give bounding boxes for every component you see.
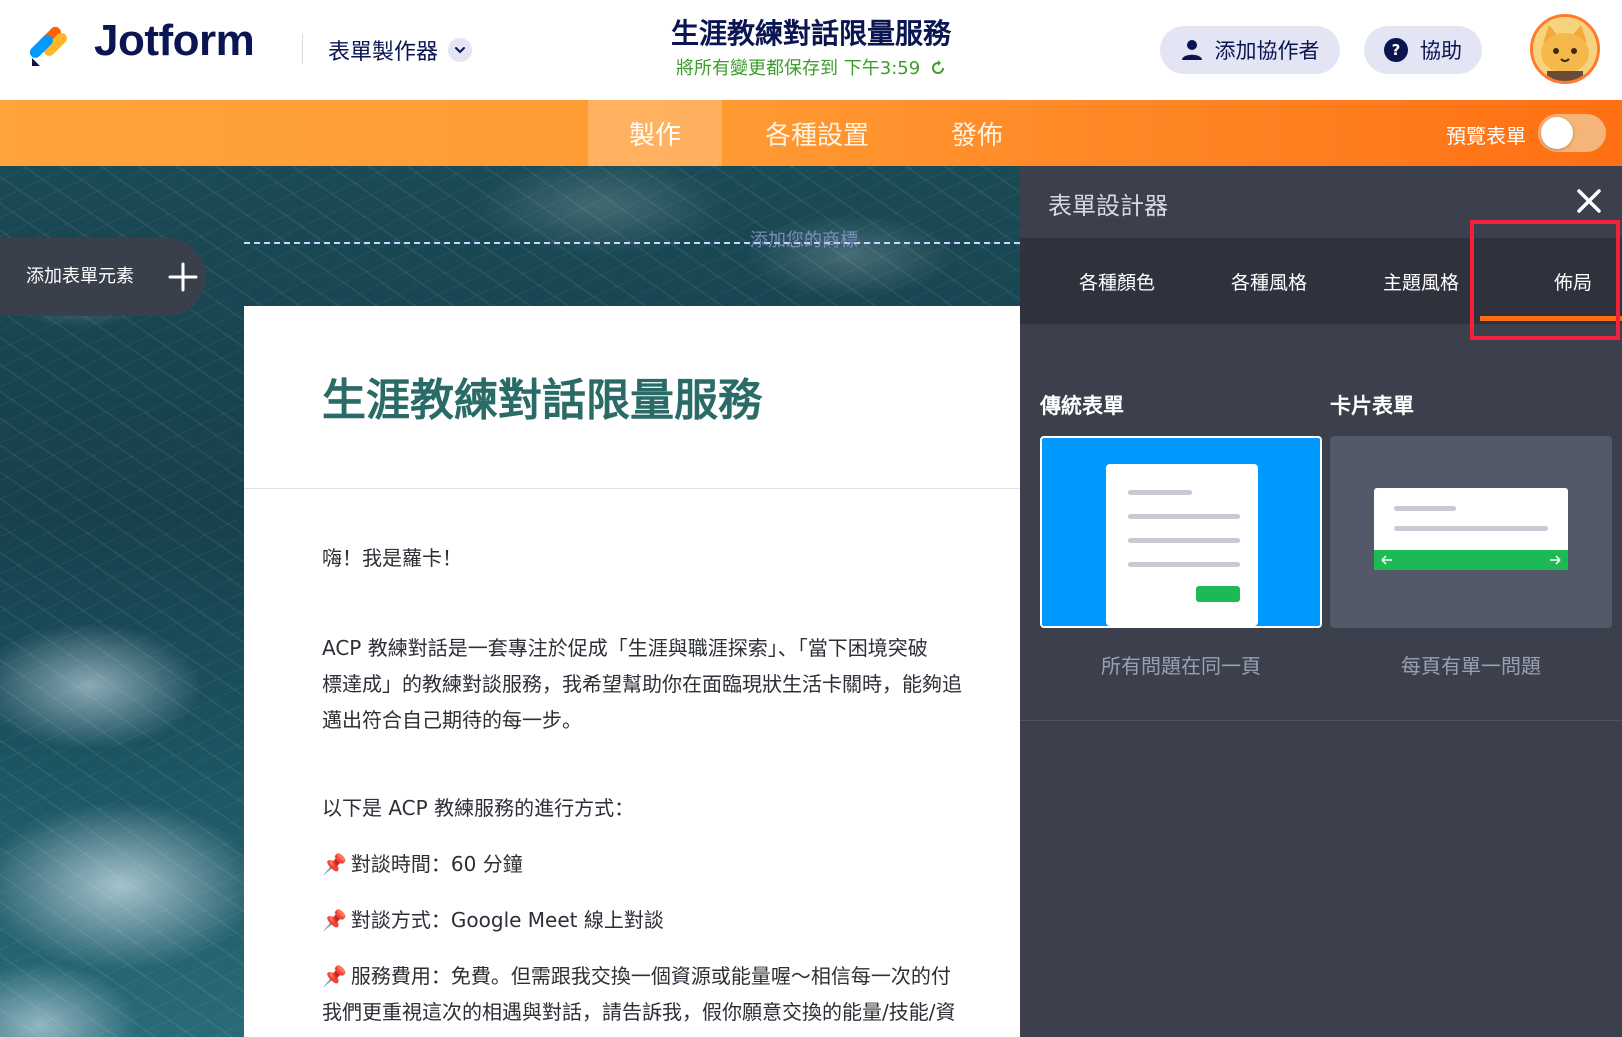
pushpin-icon: 📌 <box>322 852 347 876</box>
form-builder-label: 表單製作器 <box>328 40 439 65</box>
paragraph-fee: 📌 服務費用：免費。但需跟我交換一個資源或能量喔～相信每一次的付 <box>322 958 951 994</box>
main-nav-bar: 製作 各種設置 發佈 預覽表單 <box>0 100 1622 166</box>
save-status: 將所有變更都保存到 下午3:59 <box>611 56 1011 82</box>
add-form-element-label: 添加表單元素 <box>26 266 134 287</box>
help-label: 協助 <box>1420 39 1462 63</box>
format-text: 對談方式：Google Meet 線上對談 <box>350 908 664 932</box>
card-form-preview-icon <box>1374 488 1568 570</box>
duration-text: 對談時間：60 分鐘 <box>350 852 523 876</box>
classic-form-option[interactable] <box>1040 436 1322 628</box>
question-icon: ? <box>1384 38 1408 62</box>
fee-text: 服務費用：免費。但需跟我交換一個資源或能量喔～相信每一次的付 <box>350 964 951 988</box>
form-heading[interactable]: 生涯教練對話限量服務 <box>322 364 762 428</box>
form-header-section[interactable]: 生涯教練對話限量服務 <box>244 306 1020 489</box>
pushpin-icon: 📌 <box>322 964 347 988</box>
add-collaborator-button[interactable]: 添加協作者 <box>1160 26 1340 74</box>
classic-form-preview-icon <box>1106 464 1258 626</box>
designer-title: 表單設計器 <box>1048 192 1168 220</box>
svg-text:?: ? <box>1392 41 1401 59</box>
designer-tab-styles[interactable]: 各種風格 <box>1194 238 1344 324</box>
logo-dropzone[interactable] <box>244 242 1020 244</box>
card-form-label: 卡片表單 <box>1330 394 1414 418</box>
card-form-option[interactable] <box>1330 436 1612 628</box>
paragraph-intro-line2: 標達成」的教練對談服務，我希望幫助你在面臨現狀生活卡關時，能夠追 <box>322 672 962 696</box>
tab-publish[interactable]: 發佈 <box>912 100 1042 166</box>
close-icon[interactable] <box>1576 188 1602 214</box>
brand-name: Jotform <box>94 16 255 65</box>
form-title[interactable]: 生涯教練對話限量服務 <box>611 16 1011 52</box>
classic-form-description: 所有問題在同一頁 <box>1101 654 1261 678</box>
card-form-description: 每頁有單一問題 <box>1401 654 1541 678</box>
user-icon <box>1181 39 1203 61</box>
user-avatar[interactable] <box>1530 14 1600 84</box>
tab-settings[interactable]: 各種設置 <box>742 100 892 166</box>
designer-tab-colors[interactable]: 各種顏色 <box>1042 238 1192 324</box>
plus-icon <box>168 262 198 292</box>
form-canvas: 添加您的商標 添加表單元素 生涯教練對話限量服務 嗨！我是蘿卡！ ACP 教練對… <box>0 166 1020 1037</box>
form-title-block: 生涯教練對話限量服務 將所有變更都保存到 下午3:59 <box>611 16 1011 82</box>
paragraph-fee-continued: 我們更重視這次的相遇與對話，請告訴我，假你願意交換的能量/技能/資 <box>322 1000 956 1024</box>
jotform-logo-icon[interactable] <box>28 20 76 68</box>
header-divider <box>302 34 303 64</box>
paragraph-greeting: 嗨！我是蘿卡！ <box>322 546 462 570</box>
pushpin-icon: 📌 <box>322 908 347 932</box>
add-logo-hint[interactable]: 添加您的商標 <box>750 226 858 252</box>
add-collaborator-label: 添加協作者 <box>1214 39 1320 63</box>
tab-build[interactable]: 製作 <box>588 100 722 166</box>
paragraph-format: 📌 對談方式：Google Meet 線上對談 <box>322 902 664 938</box>
panel-divider <box>1020 720 1622 721</box>
refresh-icon <box>931 60 944 74</box>
classic-form-label: 傳統表單 <box>1040 394 1124 418</box>
toggle-knob <box>1541 117 1573 149</box>
chevron-down-icon <box>448 38 473 62</box>
paragraph-intro-line3: 邁出符合自己期待的每一步。 <box>322 708 582 732</box>
form-card: 生涯教練對話限量服務 嗨！我是蘿卡！ ACP 教練對話是一套專注於促成「生涯與職… <box>244 306 1020 1037</box>
preview-form-toggle[interactable] <box>1538 114 1606 152</box>
add-form-element-button[interactable]: 添加表單元素 <box>0 238 206 316</box>
paragraph-intro-line1: ACP 教練對話是一套專注於促成「生涯與職涯探索」、「當下困境突破 <box>322 636 928 660</box>
paragraph-service-method: 以下是 ACP 教練服務的進行方式： <box>322 796 635 820</box>
save-status-text: 將所有變更都保存到 下午3:59 <box>676 58 921 79</box>
form-builder-menu[interactable]: 表單製作器 <box>328 32 473 68</box>
help-button[interactable]: ? 協助 <box>1364 26 1482 74</box>
paragraph-duration: 📌 對談時間：60 分鐘 <box>322 846 523 882</box>
layout-tab-highlight <box>1470 220 1620 340</box>
top-header: Jotform 表單製作器 生涯教練對話限量服務 將所有變更都保存到 下午3:5… <box>0 0 1622 101</box>
preview-form-label: 預覽表單 <box>1446 124 1526 148</box>
cat-avatar-icon <box>1533 17 1597 81</box>
